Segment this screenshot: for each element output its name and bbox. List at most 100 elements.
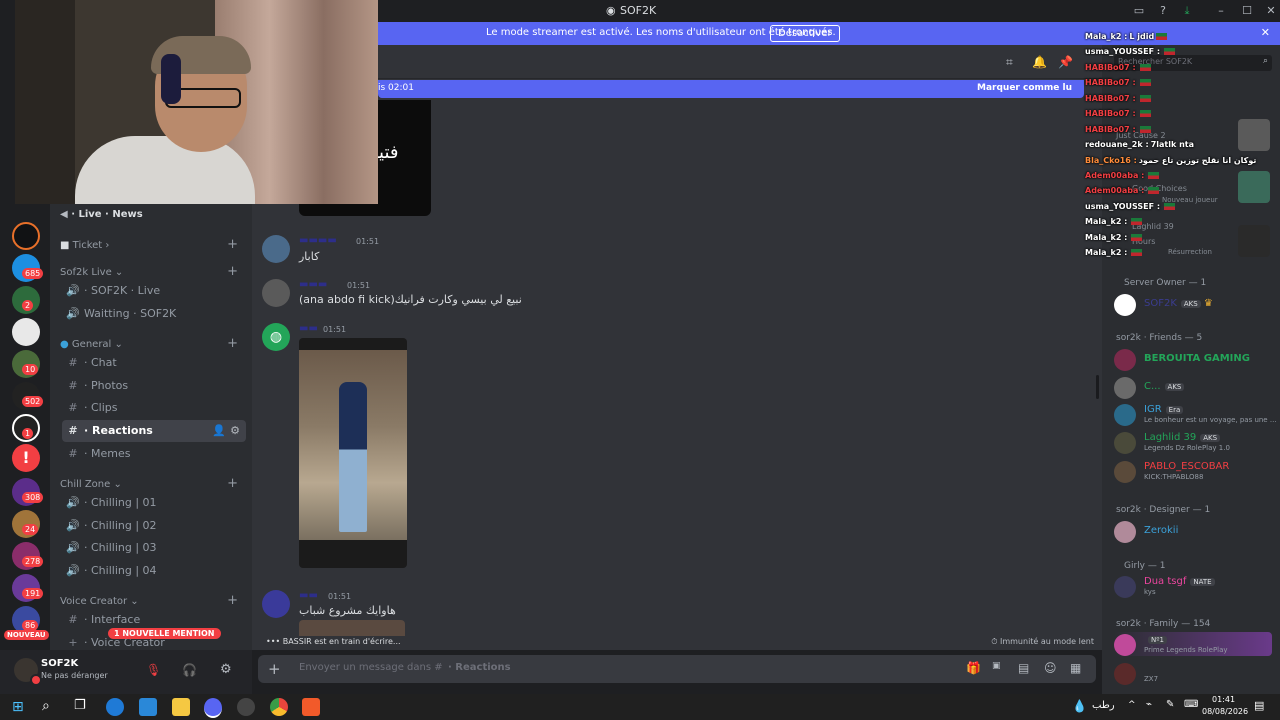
slowmode-notice: ⏱ Immunité au mode lent xyxy=(991,637,1094,646)
maximize-icon[interactable]: ☐ xyxy=(1240,4,1254,18)
text-channel-reactions[interactable]: # · Reactions 👤 ⚙ xyxy=(62,420,246,442)
disable-streamer-button[interactable]: Désactiver xyxy=(770,25,840,42)
composer-placeholder: Envoyer un message dans # xyxy=(299,662,443,673)
edge-icon[interactable] xyxy=(106,698,124,716)
add-channel-icon[interactable]: + xyxy=(227,476,238,491)
network-icon[interactable]: ⌁ xyxy=(1146,699,1152,710)
channel-top-item[interactable]: ◀ · Live · News xyxy=(50,205,252,225)
new-mention-pill[interactable]: 1 NOUVELLE MENTION xyxy=(108,628,221,639)
hash-icon: # xyxy=(68,356,78,369)
avatar[interactable] xyxy=(262,235,290,263)
weather-icon[interactable]: 💧 xyxy=(1072,699,1087,713)
add-channel-icon[interactable]: + xyxy=(227,237,238,252)
category-ticket[interactable]: ■ Ticket › xyxy=(60,240,109,251)
author-name[interactable]: ▬▬▬▬ xyxy=(299,235,337,246)
voice-channel-chilling-04[interactable]: 🔊 · Chilling | 04 xyxy=(62,560,246,582)
add-channel-icon[interactable]: + xyxy=(227,336,238,351)
voice-channel-chilling-02[interactable]: 🔊 · Chilling | 02 xyxy=(62,515,246,537)
alert-server-icon[interactable]: ! xyxy=(12,444,40,472)
help-icon[interactable]: ? xyxy=(1156,4,1170,18)
avatar[interactable] xyxy=(262,590,290,618)
category-icon: ■ xyxy=(60,240,70,251)
voice-channel-sof2k-live[interactable]: 🔊 · SOF2K · Live xyxy=(62,280,246,302)
settings-gear-icon[interactable]: ⚙ xyxy=(220,662,232,677)
add-channel-icon[interactable]: + xyxy=(227,264,238,279)
pen-icon[interactable]: ✎ xyxy=(1166,699,1174,710)
mic-muted-icon[interactable]: 🎙 xyxy=(146,663,161,677)
member-name: Nº1 xyxy=(1144,634,1167,645)
member-item[interactable]: Nº1 Prime Legends RolePlay xyxy=(1114,632,1272,656)
notification-icon[interactable]: ▤ xyxy=(1254,699,1264,712)
flag-icon xyxy=(1148,187,1160,194)
emoji-icon[interactable]: ☺ xyxy=(1044,661,1057,675)
close-icon[interactable]: ✕ xyxy=(1264,4,1278,18)
gear-icon[interactable]: ⚙ xyxy=(230,420,240,442)
text-channel-memes[interactable]: # · Memes xyxy=(62,443,246,465)
start-icon[interactable]: ⊞ xyxy=(12,699,24,715)
add-attachment-icon[interactable]: + xyxy=(268,660,281,678)
search-icon[interactable]: ⌕ xyxy=(42,698,50,714)
headphones-icon[interactable]: 🎧 xyxy=(182,663,197,677)
inbox-icon[interactable]: ▭ xyxy=(1132,4,1146,18)
minimize-icon[interactable]: – xyxy=(1214,4,1228,18)
task-view-icon[interactable]: ❐ xyxy=(74,698,86,713)
clock-time[interactable]: 01:41 xyxy=(1212,695,1235,704)
category-voice-creator[interactable]: Voice Creator ⌄ xyxy=(60,596,139,607)
discord-logo-avatar[interactable]: ◍ xyxy=(262,323,290,351)
voice-channel-chilling-03[interactable]: 🔊 · Chilling | 03 xyxy=(62,537,246,559)
text-channel-chat[interactable]: # · Chat xyxy=(62,352,246,374)
tray-chevron-icon[interactable]: ^ xyxy=(1128,700,1136,710)
discord-taskbar-icon[interactable] xyxy=(204,698,222,718)
photo-attachment[interactable] xyxy=(299,338,407,568)
role-header: sor2k · Friends — 5 xyxy=(1116,333,1203,343)
author-name[interactable]: ▬▬ xyxy=(299,323,318,334)
bell-icon[interactable]: 🔔 xyxy=(1032,55,1047,69)
threads-icon[interactable]: ⌗ xyxy=(1006,55,1013,70)
explorer-icon[interactable] xyxy=(172,698,190,716)
apps-icon[interactable]: ▦ xyxy=(1070,661,1081,675)
text-channel-photos[interactable]: # · Photos xyxy=(62,375,246,397)
member-name: BEROUITA GAMING xyxy=(1144,353,1250,364)
gift-icon[interactable]: 🎁 xyxy=(966,661,981,675)
server-icon-1[interactable] xyxy=(12,222,40,250)
voice-channel-waitting[interactable]: 🔊 Waitting · SOF2K xyxy=(62,303,246,325)
avatar[interactable] xyxy=(262,279,290,307)
new-pill[interactable]: NOUVEAU xyxy=(4,630,49,640)
new-messages-bar[interactable]: is 02:01 Marquer comme lu xyxy=(378,80,1084,98)
pin-icon[interactable]: 📌 xyxy=(1058,55,1073,69)
sticker-icon[interactable]: ▤ xyxy=(1018,661,1029,675)
keyboard-icon[interactable]: ⌨ xyxy=(1184,699,1198,710)
scrollbar[interactable] xyxy=(1096,375,1099,399)
chrome-icon[interactable] xyxy=(270,698,288,716)
windows-taskbar: ⊞ ⌕ ❐ 💧 رطب ^ ⌁ ✎ ⌨ 01:41 08/08/2026 ▤ xyxy=(0,694,1280,720)
author-name[interactable]: ▬▬▬ xyxy=(299,279,327,290)
category-chill-zone[interactable]: Chill Zone ⌄ xyxy=(60,479,122,490)
speaker-icon: 🔊 xyxy=(66,307,80,320)
webcam-overlay xyxy=(15,0,378,204)
image-attachment[interactable] xyxy=(299,620,405,636)
text-channel-clips[interactable]: # · Clips xyxy=(62,397,246,419)
gif-icon[interactable]: ▣ xyxy=(992,661,1001,671)
speaker-icon: 🔊 xyxy=(66,284,80,297)
message-composer[interactable]: + Envoyer un message dans # · Reactions … xyxy=(258,655,1096,683)
crown-icon: ♛ xyxy=(1203,298,1213,309)
role-header: Girly — 1 xyxy=(1124,561,1166,571)
flag-icon xyxy=(1131,234,1143,241)
brave-icon[interactable] xyxy=(302,698,320,716)
voice-channel-chilling-01[interactable]: 🔊 · Chilling | 01 xyxy=(62,492,246,514)
category-sof2k-live[interactable]: Sof2k Live ⌄ xyxy=(60,267,123,278)
avatar xyxy=(1114,404,1136,426)
invite-icon[interactable]: 👤 xyxy=(212,420,226,442)
speaker-icon: 🔊 xyxy=(66,519,80,532)
author-name[interactable]: ▬▬ xyxy=(299,590,318,601)
obs-icon[interactable] xyxy=(237,698,255,716)
mark-as-read-button[interactable]: Marquer comme lu xyxy=(977,83,1072,93)
clock-date[interactable]: 08/08/2026 xyxy=(1202,707,1248,716)
add-channel-icon[interactable]: + xyxy=(227,593,238,608)
download-icon[interactable]: ⤓ xyxy=(1180,4,1194,18)
store-icon[interactable] xyxy=(139,698,157,716)
server-icon-4[interactable] xyxy=(12,318,40,346)
member-name: IGR Era xyxy=(1144,404,1184,415)
category-general[interactable]: ● General ⌄ xyxy=(60,339,123,350)
announcement-icon: ◀ xyxy=(60,209,68,220)
